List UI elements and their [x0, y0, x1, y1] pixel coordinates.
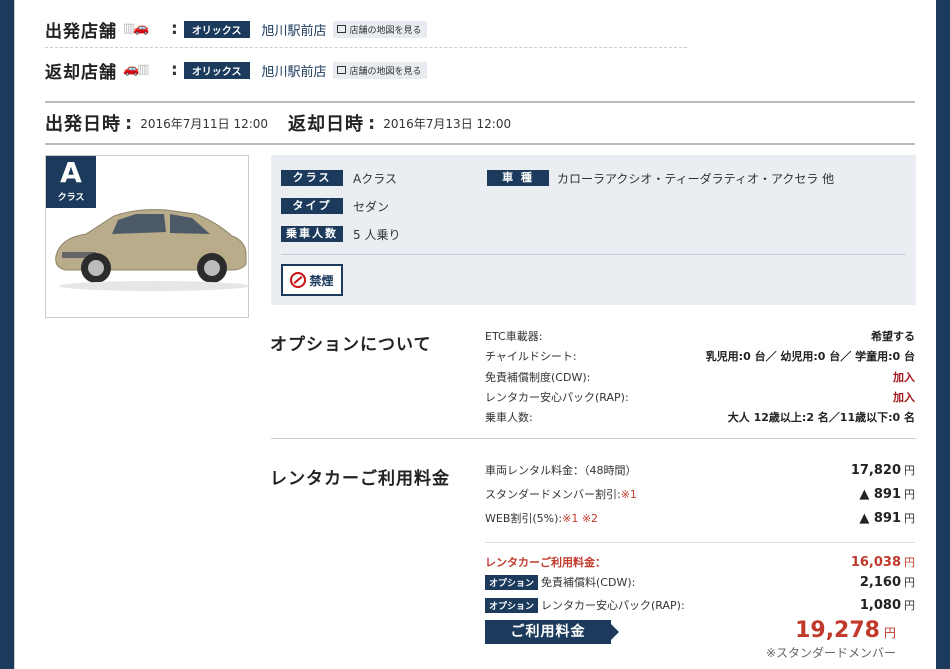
- option-value: 乳児用:0 台／ 幼児用:0 台／ 学童用:0 台: [705, 350, 915, 363]
- fee-row: スタンダードメンバー割引:※1 ▲ 891 円: [485, 484, 915, 504]
- fee-amount: 17,820: [850, 463, 901, 478]
- divider: [45, 101, 915, 103]
- option-row: ETC車載器: 希望する: [485, 326, 915, 346]
- yen-unit: 円: [904, 488, 915, 501]
- spec-class-value: Aクラス: [353, 172, 397, 186]
- spec-capacity-label: 乗車人数: [281, 226, 343, 242]
- option-row: 免責補償制度(CDW): 加入: [485, 367, 915, 387]
- car-image-box: A クラス: [45, 155, 249, 318]
- fee-label: WEB割引(5%):: [485, 512, 563, 525]
- option-value: 希望する: [871, 330, 915, 343]
- divider: [485, 542, 915, 543]
- spec-class-label: クラス: [281, 170, 343, 186]
- fee-row: 車両レンタル料金：（48時間） 17,820 円: [485, 460, 915, 480]
- divider: [271, 438, 916, 439]
- departure-store-name[interactable]: 旭川駅前店: [262, 20, 327, 39]
- departure-store-label: 出発店舗: [45, 21, 117, 42]
- colon: :: [171, 19, 178, 39]
- option-fee-amount: 2,160: [859, 575, 901, 590]
- option-fee-label: レンタカー安心パック(RAP):: [541, 599, 685, 612]
- colon: :: [368, 112, 376, 134]
- fee-amount: ▲ 891: [859, 487, 901, 502]
- fee-note[interactable]: ※1: [621, 488, 637, 501]
- divider: [45, 47, 687, 48]
- option-value: 大人 12歳以上:2 名／11歳以下:0 名: [727, 411, 915, 424]
- grand-total: 19,278 円: [795, 618, 896, 643]
- yen-unit: 円: [904, 464, 915, 477]
- options-title: オプションについて: [270, 335, 432, 355]
- car-to-store-icon: 🚗▥: [123, 62, 149, 77]
- option-fee-row: オプション レンタカー安心パック(RAP): 1,080 円: [485, 595, 915, 615]
- return-map-button[interactable]: 店舗の地図を見る: [332, 61, 427, 79]
- grand-total-amount: 19,278: [795, 618, 880, 643]
- return-store-name[interactable]: 旭川駅前店: [262, 61, 327, 80]
- departure-map-button[interactable]: 店舗の地図を見る: [332, 20, 427, 38]
- option-label: ETC車載器:: [485, 330, 543, 343]
- fee-amount: ▲ 891: [859, 511, 901, 526]
- spec-type-label: タイプ: [281, 198, 343, 214]
- option-label: レンタカー安心パック(RAP):: [485, 391, 629, 404]
- yen-unit: 円: [904, 512, 915, 525]
- departure-date-value: 2016年7月11日 12:00: [140, 116, 269, 131]
- date-row: 出発日時 : 2016年7月11日 12:00 返却日時 : 2016年7月13…: [45, 108, 531, 138]
- nonsmoking-label: 禁煙: [309, 273, 334, 288]
- option-label: 免責補償制度(CDW):: [485, 371, 591, 384]
- brand-tag: オリックス: [183, 20, 250, 38]
- nonsmoking-badge: 禁煙: [281, 264, 343, 296]
- option-value: 加入: [893, 371, 915, 384]
- total-fee-label: ご利用料金: [485, 620, 619, 644]
- option-row: 乗車人数: 大人 12歳以上:2 名／11歳以下:0 名: [485, 407, 915, 427]
- return-store-label: 返却店舗: [45, 62, 117, 83]
- window-icon: [336, 66, 346, 74]
- fee-label: スタンダードメンバー割引:: [485, 488, 621, 501]
- departure-store-row: 出発店舗 ▥🚗 : オリックス 旭川駅前店 店舗の地図を見る: [45, 14, 427, 44]
- brand-tag: オリックス: [183, 61, 250, 79]
- colon: :: [171, 60, 178, 80]
- option-fee-row: オプション 免責補償料(CDW): 2,160 円: [485, 572, 915, 592]
- return-store-row: 返却店舗 🚗▥ : オリックス 旭川駅前店 店舗の地図を見る: [45, 55, 427, 85]
- content-area: 出発店舗 ▥🚗 : オリックス 旭川駅前店 店舗の地図を見る 返却店舗 🚗▥ :…: [14, 0, 936, 669]
- subtotal-label: レンタカーご利用料金：: [485, 556, 606, 569]
- spec-type-value: セダン: [353, 200, 390, 214]
- option-label: チャイルドシート:: [485, 350, 577, 363]
- return-date-value: 2016年7月13日 12:00: [383, 116, 512, 131]
- option-row: チャイルドシート: 乳児用:0 台／ 幼児用:0 台／ 学童用:0 台: [485, 346, 915, 366]
- option-value: 加入: [893, 391, 915, 404]
- sedan-car-icon: [55, 209, 249, 291]
- fee-label: 車両レンタル料金：（48時間）: [485, 464, 637, 477]
- window-icon: [336, 25, 346, 33]
- option-label: 乗車人数:: [485, 411, 533, 424]
- yen-unit: 円: [904, 556, 915, 569]
- option-tag: オプション: [485, 575, 539, 590]
- yen-unit: 円: [883, 626, 896, 640]
- colon: :: [125, 112, 133, 134]
- spec-capacity-value: 5 人乗り: [353, 228, 401, 242]
- store-to-car-icon: ▥🚗: [123, 21, 149, 36]
- fee-note[interactable]: ※1 ※2: [562, 512, 598, 525]
- yen-unit: 円: [904, 576, 915, 589]
- departure-date-label: 出発日時: [45, 114, 121, 135]
- option-tag: オプション: [485, 598, 539, 613]
- return-date-label: 返却日時: [288, 114, 365, 135]
- no-smoking-icon: [290, 272, 307, 288]
- car-spec-box: クラス Aクラス タイプ セダン 乗車人数 5 人乗り 車 種 カローラアクシオ…: [271, 155, 916, 305]
- spec-model-label: 車 種: [487, 170, 549, 186]
- divider: [45, 143, 915, 145]
- fees-title: レンタカーご利用料金: [270, 469, 450, 489]
- divider: [281, 254, 906, 255]
- sedan-car-image: [55, 209, 249, 291]
- fee-row: WEB割引(5%):※1 ※2 ▲ 891 円: [485, 508, 915, 528]
- subtotal-row: レンタカーご利用料金： 16,038 円: [485, 552, 915, 572]
- map-button-label: 店舗の地図を見る: [349, 66, 422, 77]
- option-row: レンタカー安心パック(RAP): 加入: [485, 387, 915, 407]
- option-fee-label: 免責補償料(CDW):: [541, 576, 636, 589]
- yen-unit: 円: [904, 599, 915, 612]
- subtotal-amount: 16,038: [850, 555, 901, 570]
- option-fee-amount: 1,080: [859, 598, 901, 613]
- spec-model-value: カローラアクシオ・ティーダラティオ・アクセラ 他: [557, 172, 835, 186]
- member-note: ※スタンダードメンバー: [765, 646, 896, 660]
- map-button-label: 店舗の地図を見る: [349, 25, 422, 36]
